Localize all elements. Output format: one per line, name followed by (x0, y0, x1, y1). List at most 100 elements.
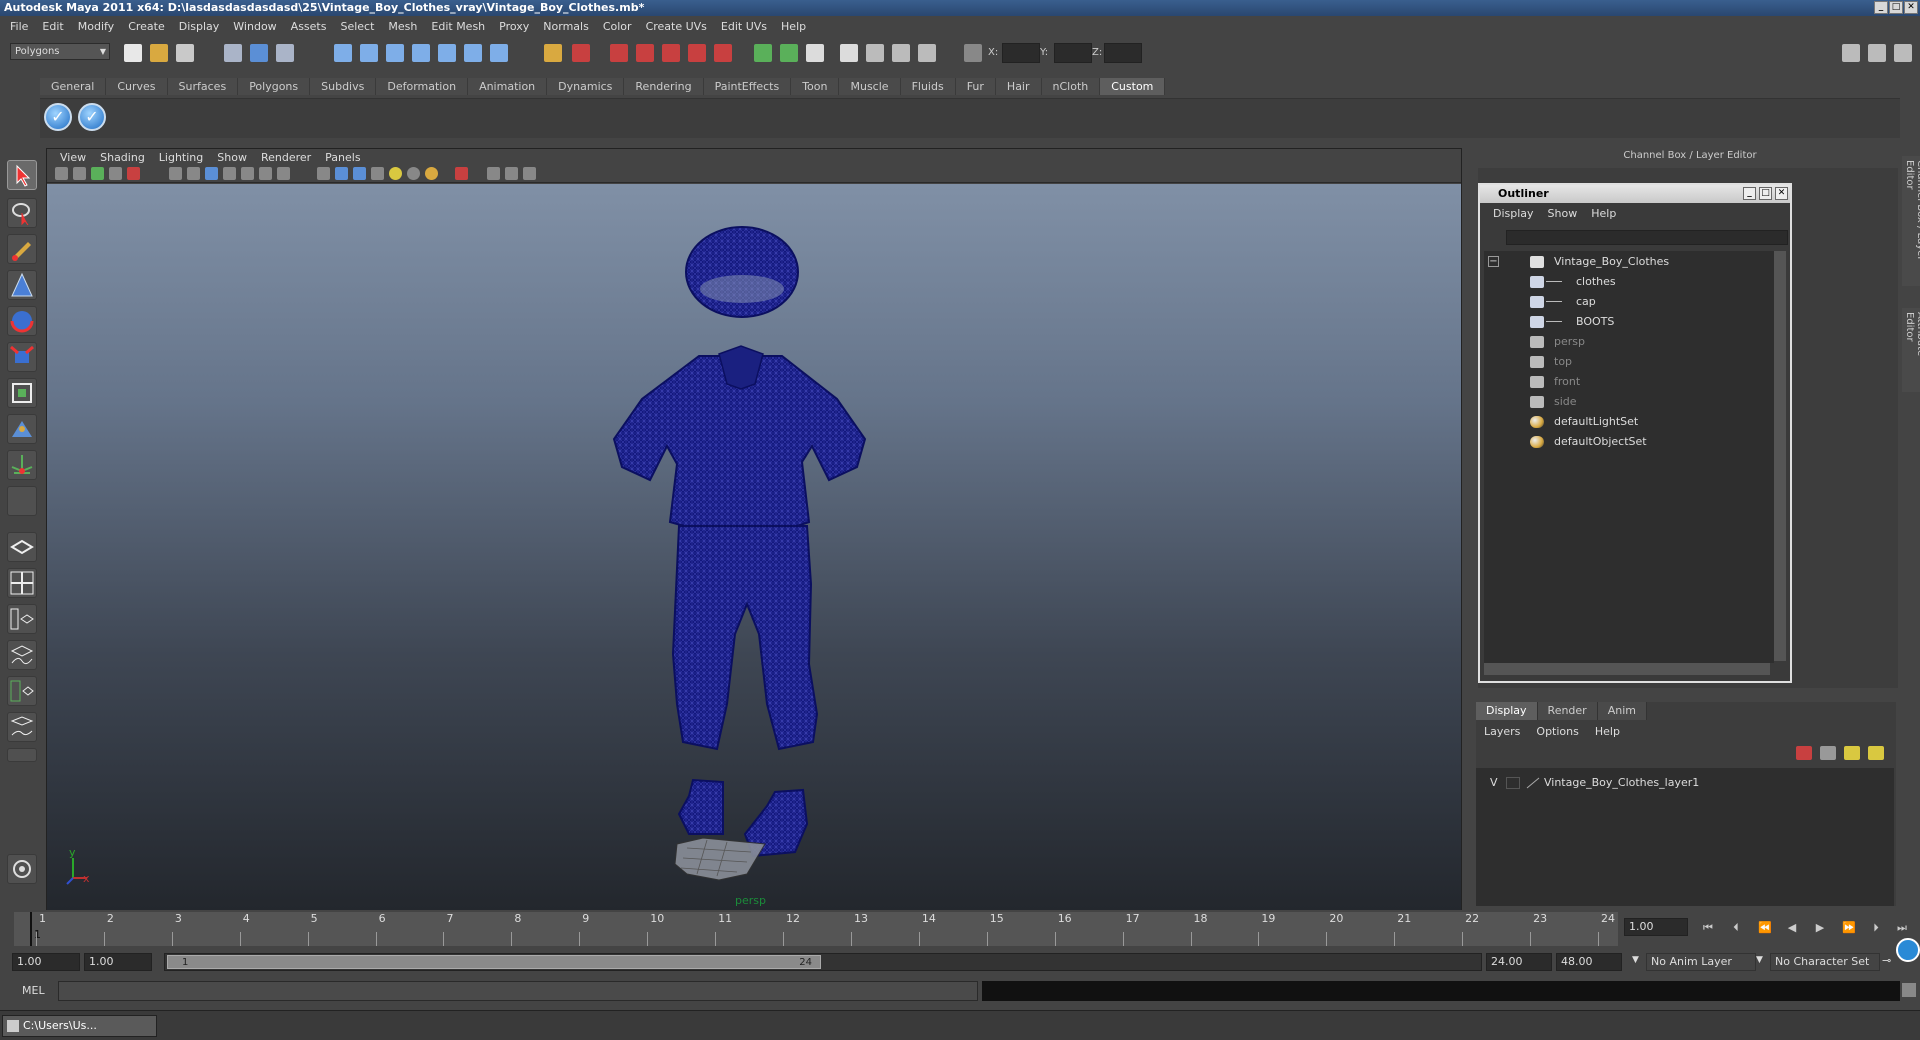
end-time-field[interactable]: 48.00 (1556, 953, 1622, 971)
channel-box-side-tab[interactable]: Channel Box / Layer Editor (1902, 156, 1920, 286)
move-layer-down-icon[interactable] (1820, 746, 1836, 760)
outliner-maximize-button[interactable]: □ (1759, 187, 1772, 200)
last-tool-icon[interactable] (7, 486, 37, 516)
shelf-tab-dynamics[interactable]: Dynamics (547, 78, 625, 95)
auto-key-icon[interactable]: ⊸ (1882, 954, 1891, 967)
channel-box-toggle-icon[interactable] (1868, 44, 1886, 62)
time-slider[interactable]: 1 1 2 3 4 5 6 7 8 9 10 11 12 13 14 15 16 17 18 19 20 21 22 23 2… (14, 912, 1618, 946)
layer-row[interactable]: V Vintage_Boy_Clothes_layer1 (1480, 774, 1890, 792)
shelf-tab-animation[interactable]: Animation (468, 78, 548, 95)
scale-tool-icon[interactable] (7, 342, 37, 372)
chevron-down-icon[interactable]: ▼ (1756, 955, 1763, 965)
render-current-icon[interactable] (610, 44, 628, 62)
menu-display[interactable]: Display (172, 20, 227, 33)
snap-curve-icon[interactable] (360, 44, 378, 62)
anim-layer-dropdown[interactable]: No Anim Layer (1646, 953, 1756, 971)
layer-menu-options[interactable]: Options (1528, 724, 1586, 740)
grease-pencil-icon[interactable] (127, 167, 140, 180)
lasso-tool-icon[interactable] (7, 198, 37, 228)
shelf-tab-fur[interactable]: Fur (955, 78, 996, 95)
universal-manipulator-icon[interactable] (7, 378, 37, 408)
safe-action-icon[interactable] (259, 167, 272, 180)
range-slider[interactable]: 1 24 (164, 953, 1482, 971)
persp-graph-outliner-layout-icon[interactable] (7, 712, 37, 742)
attribute-editor-icon[interactable] (806, 44, 824, 62)
outliner-minimize-button[interactable]: _ (1743, 187, 1756, 200)
x-input[interactable] (1002, 43, 1040, 63)
chevron-down-icon[interactable]: ▼ (1632, 955, 1639, 965)
channel-box-icon[interactable] (866, 44, 884, 62)
minimize-button[interactable]: _ (1874, 1, 1888, 14)
layer-menu-layers[interactable]: Layers (1476, 724, 1528, 740)
menu-select[interactable]: Select (333, 20, 381, 33)
shelf-tab-polygons[interactable]: Polygons (238, 78, 311, 95)
shelf-tab-ncloth[interactable]: nCloth (1041, 78, 1101, 95)
maximize-button[interactable]: □ (1889, 1, 1903, 14)
outliner-row-cap[interactable]: cap (1484, 293, 1774, 311)
move-layer-up-icon[interactable] (1796, 746, 1812, 760)
camera-attributes-icon[interactable] (55, 167, 68, 180)
select-by-object-icon[interactable] (250, 44, 268, 62)
z-input[interactable] (1104, 43, 1142, 63)
lock-icon[interactable] (544, 44, 562, 62)
checkmark-icon[interactable]: ✓ (78, 103, 106, 131)
outliner-filter-input[interactable] (1506, 230, 1788, 245)
paint-select-tool-icon[interactable] (7, 234, 37, 264)
film-gate-icon[interactable] (187, 167, 200, 180)
layer-visibility-toggle[interactable]: V (1490, 774, 1498, 792)
four-view-layout-icon[interactable] (7, 568, 37, 598)
layer-name[interactable]: Vintage_Boy_Clothes_layer1 (1544, 774, 1699, 792)
layer-editor-icon[interactable] (892, 44, 910, 62)
layer-color-swatch[interactable] (1526, 777, 1540, 789)
resolution-gate-icon[interactable] (205, 167, 218, 180)
transform-mode-icon[interactable] (964, 44, 982, 62)
menu-create-uvs[interactable]: Create UVs (639, 20, 714, 33)
outliner-row-defaultobjectset[interactable]: defaultObjectSet (1484, 433, 1774, 451)
panel-menu-shading[interactable]: Shading (93, 151, 152, 164)
soft-mod-tool-icon[interactable] (7, 414, 37, 444)
mel-shortcut-icon[interactable] (7, 854, 37, 884)
menu-set-dropdown[interactable]: Polygons ▼ (10, 43, 110, 60)
layout-options-icon[interactable] (7, 748, 37, 762)
play-forwards-icon[interactable]: ▶ (1814, 922, 1826, 934)
menu-edit-mesh[interactable]: Edit Mesh (424, 20, 492, 33)
shadows-icon[interactable] (407, 167, 420, 180)
rotate-tool-icon[interactable] (7, 306, 37, 336)
select-by-component-icon[interactable] (276, 44, 294, 62)
new-layer-selected-icon[interactable] (1868, 746, 1884, 760)
shelf-tab-fluids[interactable]: Fluids (900, 78, 956, 95)
command-language-label[interactable]: MEL (22, 984, 45, 997)
go-to-end-icon[interactable]: ⏭ (1896, 922, 1908, 934)
history-icon[interactable] (464, 44, 482, 62)
layer-tab-display[interactable]: Display (1476, 702, 1538, 720)
range-slider-thumb[interactable]: 1 24 (167, 955, 821, 969)
step-back-key-icon[interactable]: ⏪ (1758, 922, 1772, 934)
outliner-icon[interactable] (918, 44, 936, 62)
y-input[interactable] (1054, 43, 1092, 63)
step-forward-key-icon[interactable]: ⏩ (1842, 922, 1856, 934)
panel-menu-panels[interactable]: Panels (318, 151, 367, 164)
help-query-icon[interactable] (490, 44, 508, 62)
use-all-lights-icon[interactable] (389, 167, 402, 180)
render-settings-icon[interactable] (662, 44, 680, 62)
outliner-vertical-scrollbar[interactable] (1774, 251, 1786, 661)
outliner-row-front[interactable]: front (1484, 373, 1774, 391)
isolate-select-icon[interactable] (455, 167, 468, 180)
persp-outliner-layout-icon[interactable] (7, 604, 37, 634)
command-input[interactable] (58, 981, 978, 1001)
menu-edit[interactable]: Edit (35, 20, 70, 33)
close-button[interactable]: ✕ (1904, 1, 1918, 14)
playback-start-field[interactable]: 1.00 (84, 953, 152, 971)
menu-help[interactable]: Help (774, 20, 813, 33)
safe-title-icon[interactable] (277, 167, 290, 180)
layer-menu-help[interactable]: Help (1587, 724, 1628, 740)
play-backwards-icon[interactable]: ◀ (1786, 922, 1798, 934)
menu-edit-uvs[interactable]: Edit UVs (714, 20, 774, 33)
outliner-close-button[interactable]: ✕ (1775, 187, 1788, 200)
grid-icon[interactable] (169, 167, 182, 180)
go-to-start-icon[interactable]: ⏮ (1702, 922, 1714, 934)
menu-assets[interactable]: Assets (284, 20, 334, 33)
outliner-row-boots[interactable]: BOOTS (1484, 313, 1774, 331)
render-region-icon[interactable] (688, 44, 706, 62)
panel-layout-icon[interactable] (1842, 44, 1860, 62)
